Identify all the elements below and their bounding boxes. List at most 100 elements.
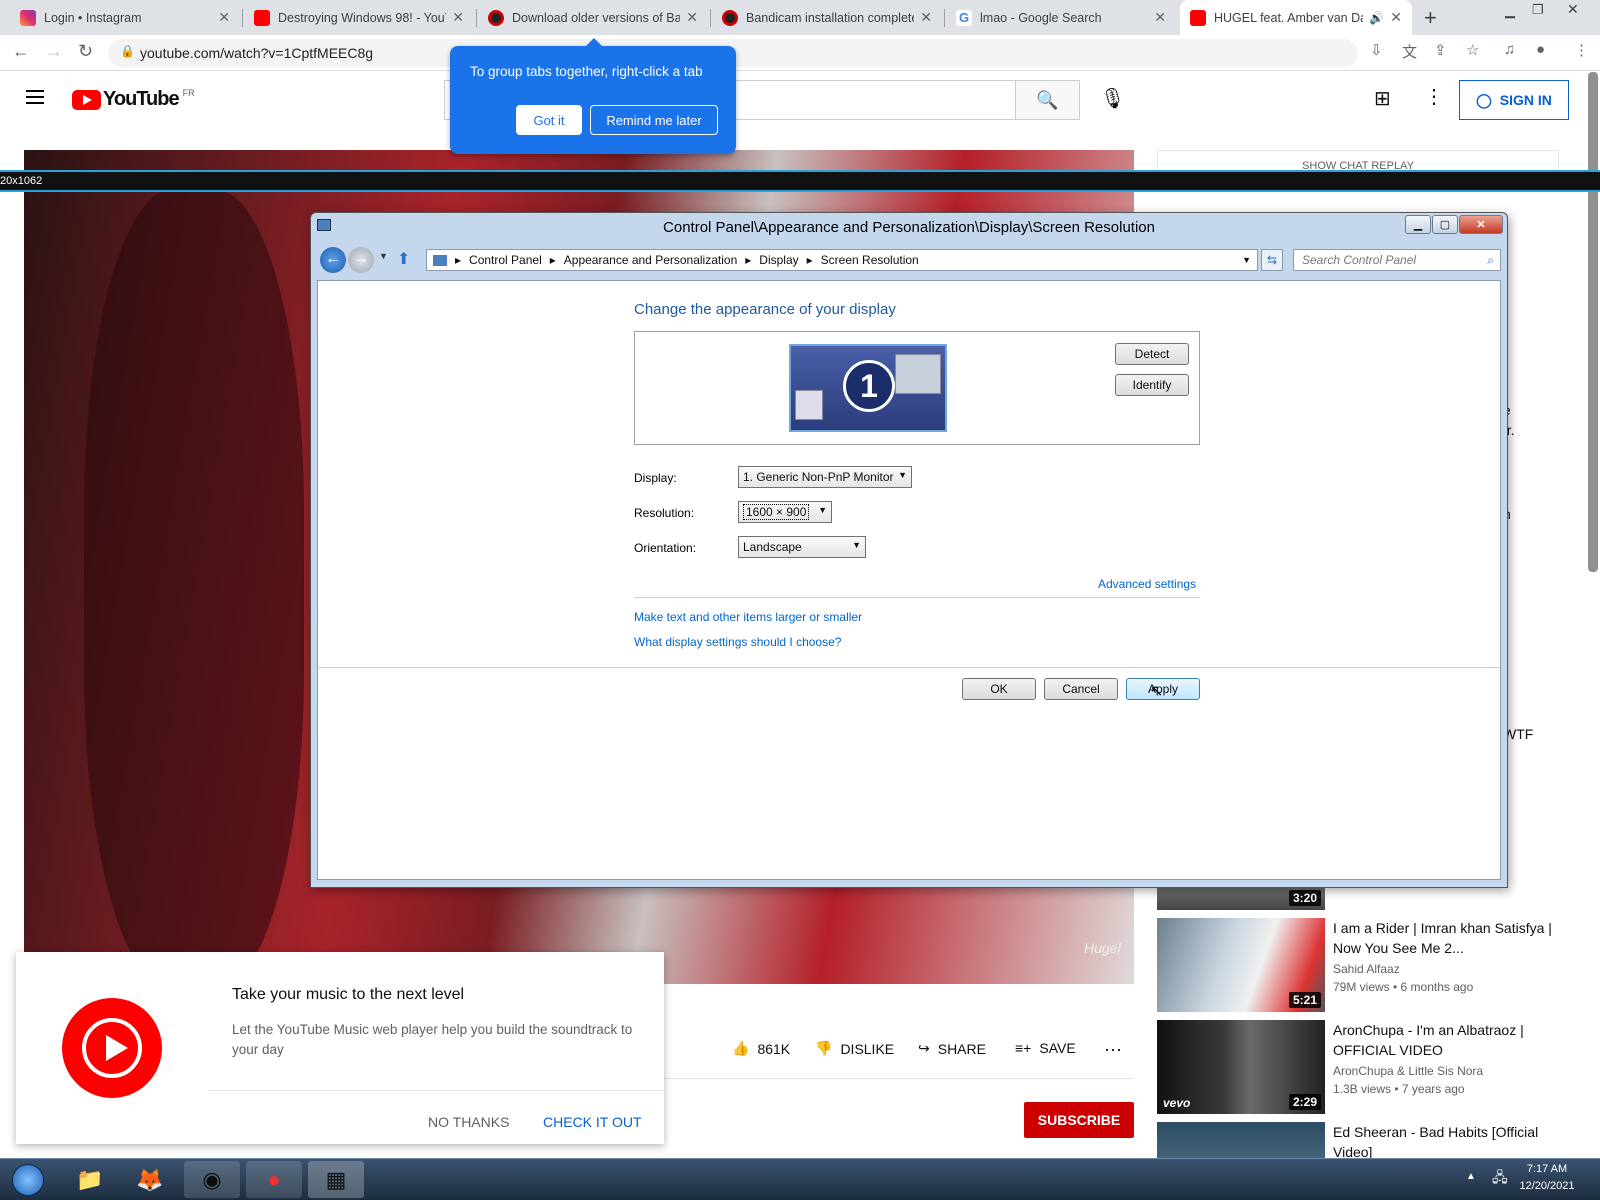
network-icon[interactable]: 🖧 bbox=[1492, 1167, 1508, 1191]
dislike-button[interactable]: 👎 DISLIKE bbox=[815, 1040, 894, 1057]
tab-destroying-windows[interactable]: Destroying Windows 98! - YouTube ✕ bbox=[244, 0, 474, 35]
cancel-button[interactable]: Cancel bbox=[1044, 678, 1118, 700]
tab-google-search[interactable]: G lmao - Google Search ✕ bbox=[946, 0, 1176, 35]
breadcrumb-appearance[interactable]: Appearance and Personalization bbox=[564, 253, 737, 267]
file-explorer-icon[interactable]: 📁 bbox=[62, 1161, 118, 1198]
minimize-button[interactable]: ▁ bbox=[1405, 215, 1431, 234]
text-size-link[interactable]: Make text and other items larger or smal… bbox=[634, 610, 862, 624]
close-tab-icon[interactable]: ✕ bbox=[1154, 9, 1166, 26]
media-control-icon[interactable]: ♫ bbox=[1504, 41, 1515, 58]
breadcrumb[interactable]: ▸ Control Panel ▸ Appearance and Persona… bbox=[426, 249, 1258, 271]
check-it-out-button[interactable]: CHECK IT OUT bbox=[543, 1114, 642, 1130]
forward-arrow-icon[interactable]: → bbox=[45, 41, 63, 62]
system-clock[interactable]: 7:17 AM 12/20/2021 bbox=[1512, 1161, 1582, 1195]
window-glyph-icon bbox=[895, 354, 941, 394]
close-tab-icon[interactable]: ✕ bbox=[920, 9, 932, 26]
remind-later-button[interactable]: Remind me later bbox=[590, 105, 718, 135]
maximize-button[interactable]: ▢ bbox=[1432, 215, 1458, 234]
profile-icon[interactable]: ● bbox=[1536, 41, 1545, 58]
page-scrollbar[interactable] bbox=[1588, 72, 1598, 572]
refresh-icon[interactable]: ⇆ bbox=[1261, 249, 1283, 271]
youtube-wordmark: YouTube bbox=[103, 88, 180, 110]
remind-later-label: Remind me later bbox=[606, 112, 702, 128]
microphone-icon[interactable]: 🎙 bbox=[1100, 86, 1125, 111]
search-icon: ⌕ bbox=[1487, 253, 1494, 267]
detect-button[interactable]: Detect bbox=[1115, 343, 1189, 365]
up-arrow-icon[interactable]: ⬆ bbox=[397, 249, 410, 269]
close-tab-icon[interactable]: ✕ bbox=[686, 9, 698, 26]
breadcrumb-control-panel[interactable]: Control Panel bbox=[469, 253, 542, 267]
subscribe-button[interactable]: SUBSCRIBE bbox=[1024, 1102, 1134, 1138]
display-label: Display: bbox=[634, 471, 677, 485]
chrome-icon[interactable]: ◉ bbox=[184, 1161, 240, 1198]
new-tab-button[interactable]: + bbox=[1424, 5, 1437, 31]
bandicam-icon[interactable]: ● bbox=[246, 1161, 302, 1198]
divider bbox=[318, 667, 1500, 668]
breadcrumb-screen-resolution[interactable]: Screen Resolution bbox=[821, 253, 919, 267]
list-item[interactable]: 5:21 I am a Rider | Imran khan Satisfya … bbox=[1157, 918, 1567, 1014]
close-tab-icon[interactable]: ✕ bbox=[452, 9, 464, 26]
tooltip-message: To group tabs together, right-click a ta… bbox=[470, 64, 703, 79]
which-settings-link[interactable]: What display settings should I choose? bbox=[634, 635, 841, 649]
install-icon[interactable]: ⇩ bbox=[1370, 41, 1383, 59]
breadcrumb-separator-icon: ▸ bbox=[455, 253, 462, 267]
tab-bandicam-installed[interactable]: Bandicam installation complete ✕ bbox=[712, 0, 942, 35]
forward-arrow-icon[interactable]: → bbox=[348, 247, 374, 273]
resolution-value: 1600 × 900 bbox=[743, 504, 810, 520]
settings-more-icon[interactable]: ⋮ bbox=[1424, 84, 1444, 109]
minimize-window-button[interactable]: ▁ bbox=[1505, 3, 1515, 19]
back-arrow-icon[interactable]: ← bbox=[320, 247, 346, 273]
save-button[interactable]: ≡+ SAVE bbox=[1015, 1040, 1076, 1056]
breadcrumb-separator-icon: ▸ bbox=[549, 253, 556, 267]
orientation-select[interactable]: Landscape ▼ bbox=[738, 536, 866, 558]
monitor-1-thumbnail[interactable]: 1 bbox=[789, 344, 947, 432]
restore-window-button[interactable]: ❐ bbox=[1532, 2, 1544, 18]
start-orb[interactable] bbox=[0, 1161, 56, 1198]
no-thanks-button[interactable]: NO THANKS bbox=[428, 1114, 509, 1130]
address-dropdown-icon[interactable]: ▼ bbox=[1242, 255, 1251, 265]
identify-button[interactable]: Identify bbox=[1115, 374, 1189, 396]
reload-icon[interactable]: ↻ bbox=[78, 41, 93, 62]
got-it-button[interactable]: Got it bbox=[516, 105, 582, 135]
control-panel-icon[interactable]: ▦ bbox=[308, 1161, 364, 1198]
translate-icon[interactable]: 文 bbox=[1402, 41, 1417, 62]
breadcrumb-separator-icon: ▸ bbox=[745, 253, 752, 267]
resolution-select[interactable]: 1600 × 900 ▼ bbox=[738, 501, 832, 523]
recent-pages-chevron-icon[interactable]: ▼ bbox=[379, 251, 388, 261]
tab-bandicam-download[interactable]: Download older versions of Bandicam ✕ bbox=[478, 0, 708, 35]
search-control-panel-input[interactable]: Search Control Panel ⌕ bbox=[1293, 249, 1501, 271]
display-select[interactable]: 1. Generic Non-PnP Monitor ▼ bbox=[738, 466, 912, 488]
apps-grid-icon[interactable]: ⊞ bbox=[1374, 86, 1391, 111]
monitor-number: 1 bbox=[843, 360, 895, 412]
menu-icon[interactable] bbox=[26, 86, 44, 108]
close-tab-icon[interactable]: ✕ bbox=[1390, 9, 1402, 26]
advanced-settings-link[interactable]: Advanced settings bbox=[1098, 577, 1196, 591]
firefox-icon[interactable]: 🦊 bbox=[122, 1161, 178, 1198]
chrome-menu-icon[interactable]: ⋮ bbox=[1574, 41, 1589, 59]
list-item[interactable]: Ed Sheeran - Bad Habits [Official Video] bbox=[1157, 1122, 1567, 1158]
show-hidden-icons[interactable]: ▲ bbox=[1466, 1171, 1476, 1182]
more-actions-icon[interactable]: ⋯ bbox=[1104, 1040, 1122, 1061]
close-tab-icon[interactable]: ✕ bbox=[218, 9, 230, 26]
ok-button[interactable]: OK bbox=[962, 678, 1036, 700]
tab-title: Destroying Windows 98! - YouTube bbox=[278, 10, 446, 25]
tab-hugel-active[interactable]: HUGEL feat. Amber van Day 🔊 ✕ bbox=[1180, 0, 1412, 35]
bandicam-icon bbox=[722, 9, 738, 26]
share-button[interactable]: ↪ SHARE bbox=[918, 1040, 986, 1057]
youtube-logo[interactable]: YouTube FR bbox=[72, 88, 195, 111]
tab-instagram[interactable]: Login • Instagram ✕ bbox=[10, 0, 240, 35]
list-item[interactable]: vevo 2:29 AronChupa - I'm an Albatraoz |… bbox=[1157, 1020, 1567, 1116]
speaker-icon[interactable]: 🔊 bbox=[1369, 11, 1384, 25]
share-icon[interactable]: ⇪ bbox=[1434, 41, 1447, 59]
tab-title: HUGEL feat. Amber van Day bbox=[1214, 10, 1364, 25]
breadcrumb-display[interactable]: Display bbox=[759, 253, 798, 267]
like-button[interactable]: 👍 861K bbox=[732, 1040, 790, 1057]
instagram-icon bbox=[20, 9, 36, 26]
thumbs-up-icon: 👍 bbox=[732, 1040, 750, 1056]
close-button[interactable]: ✕ bbox=[1459, 215, 1503, 234]
close-window-button[interactable]: ✕ bbox=[1567, 1, 1579, 18]
bookmark-star-icon[interactable]: ☆ bbox=[1466, 41, 1479, 59]
search-button[interactable]: 🔍 bbox=[1016, 80, 1080, 120]
sign-in-button[interactable]: ◯ SIGN IN bbox=[1459, 80, 1569, 120]
back-arrow-icon[interactable]: ← bbox=[12, 41, 30, 62]
